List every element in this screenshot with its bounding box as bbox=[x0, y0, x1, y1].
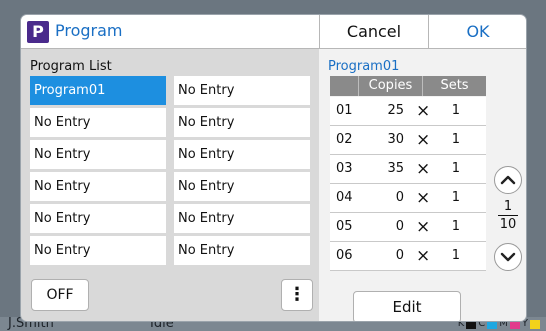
row-copies: 0 bbox=[395, 219, 404, 234]
row-copies: 25 bbox=[387, 103, 404, 118]
page-total: 10 bbox=[499, 217, 517, 232]
off-button[interactable]: OFF bbox=[31, 279, 89, 311]
sets-column-header: Sets bbox=[440, 78, 469, 93]
program-list-item[interactable]: No Entry bbox=[174, 172, 310, 201]
program-list-item[interactable]: No Entry bbox=[30, 236, 166, 265]
row-sets: 1 bbox=[451, 161, 460, 176]
program-list-item[interactable]: No Entry bbox=[174, 76, 310, 105]
table-row: 04 0 × 1 bbox=[330, 184, 486, 213]
program-dialog: P Program Cancel OK Program List Program… bbox=[21, 15, 526, 321]
row-sets: 1 bbox=[451, 248, 460, 263]
program-list-item[interactable]: No Entry bbox=[30, 108, 166, 137]
times-icon: × bbox=[416, 159, 431, 179]
ok-button[interactable]: OK bbox=[428, 15, 526, 48]
program-list-item[interactable]: No Entry bbox=[174, 140, 310, 169]
dialog-titlebar: P Program Cancel OK bbox=[21, 15, 526, 49]
scroll-down-button[interactable] bbox=[494, 243, 522, 271]
row-copies: 0 bbox=[395, 190, 404, 205]
row-copies: 35 bbox=[387, 161, 404, 176]
cancel-button[interactable]: Cancel bbox=[319, 15, 428, 48]
program-list-label: Program List bbox=[30, 59, 112, 74]
program-list-item[interactable]: No Entry bbox=[30, 172, 166, 201]
row-sets: 1 bbox=[451, 219, 460, 234]
row-number: 03 bbox=[336, 161, 353, 176]
table-row: 02 30 × 1 bbox=[330, 126, 486, 155]
detail-table-header: Copies Sets bbox=[330, 76, 486, 96]
program-list-item[interactable]: No Entry bbox=[174, 204, 310, 233]
times-icon: × bbox=[416, 217, 431, 237]
row-copies: 30 bbox=[387, 132, 404, 147]
program-list-item[interactable]: No Entry bbox=[174, 108, 310, 137]
row-number: 05 bbox=[336, 219, 353, 234]
program-list-item[interactable]: No Entry bbox=[174, 236, 310, 265]
page-current: 1 bbox=[503, 199, 513, 214]
dialog-title: Program bbox=[55, 21, 123, 40]
edit-button[interactable]: Edit bbox=[353, 291, 461, 321]
row-number: 06 bbox=[336, 248, 353, 263]
copies-column-header: Copies bbox=[368, 78, 413, 93]
vertical-ellipsis-icon: ⋮ bbox=[288, 284, 306, 305]
scroll-up-button[interactable] bbox=[494, 166, 522, 194]
program-logo-icon: P bbox=[27, 21, 49, 43]
program-detail-panel: Program01 Copies Sets 01 25 × 1 02 30 × … bbox=[319, 49, 526, 321]
ink-y-icon bbox=[530, 319, 540, 329]
more-options-button[interactable]: ⋮ bbox=[281, 279, 313, 311]
page-divider bbox=[498, 215, 518, 216]
table-row: 05 0 × 1 bbox=[330, 213, 486, 242]
table-row: 03 35 × 1 bbox=[330, 155, 486, 184]
times-icon: × bbox=[416, 101, 431, 121]
program-list-item[interactable]: No Entry bbox=[30, 204, 166, 233]
table-row: 06 0 × 1 bbox=[330, 242, 486, 271]
row-number: 04 bbox=[336, 190, 353, 205]
row-number: 01 bbox=[336, 103, 353, 118]
times-icon: × bbox=[416, 188, 431, 208]
row-sets: 1 bbox=[451, 132, 460, 147]
program-list-item[interactable]: No Entry bbox=[30, 140, 166, 169]
chevron-down-icon bbox=[500, 252, 516, 262]
row-copies: 0 bbox=[395, 248, 404, 263]
times-icon: × bbox=[416, 130, 431, 150]
row-sets: 1 bbox=[451, 103, 460, 118]
times-icon: × bbox=[416, 246, 431, 266]
row-number: 02 bbox=[336, 132, 353, 147]
chevron-up-icon bbox=[500, 175, 516, 185]
row-sets: 1 bbox=[451, 190, 460, 205]
program-list-item[interactable]: Program01 bbox=[30, 76, 166, 105]
selected-program-name: Program01 bbox=[328, 59, 400, 74]
table-row: 01 25 × 1 bbox=[330, 97, 486, 126]
